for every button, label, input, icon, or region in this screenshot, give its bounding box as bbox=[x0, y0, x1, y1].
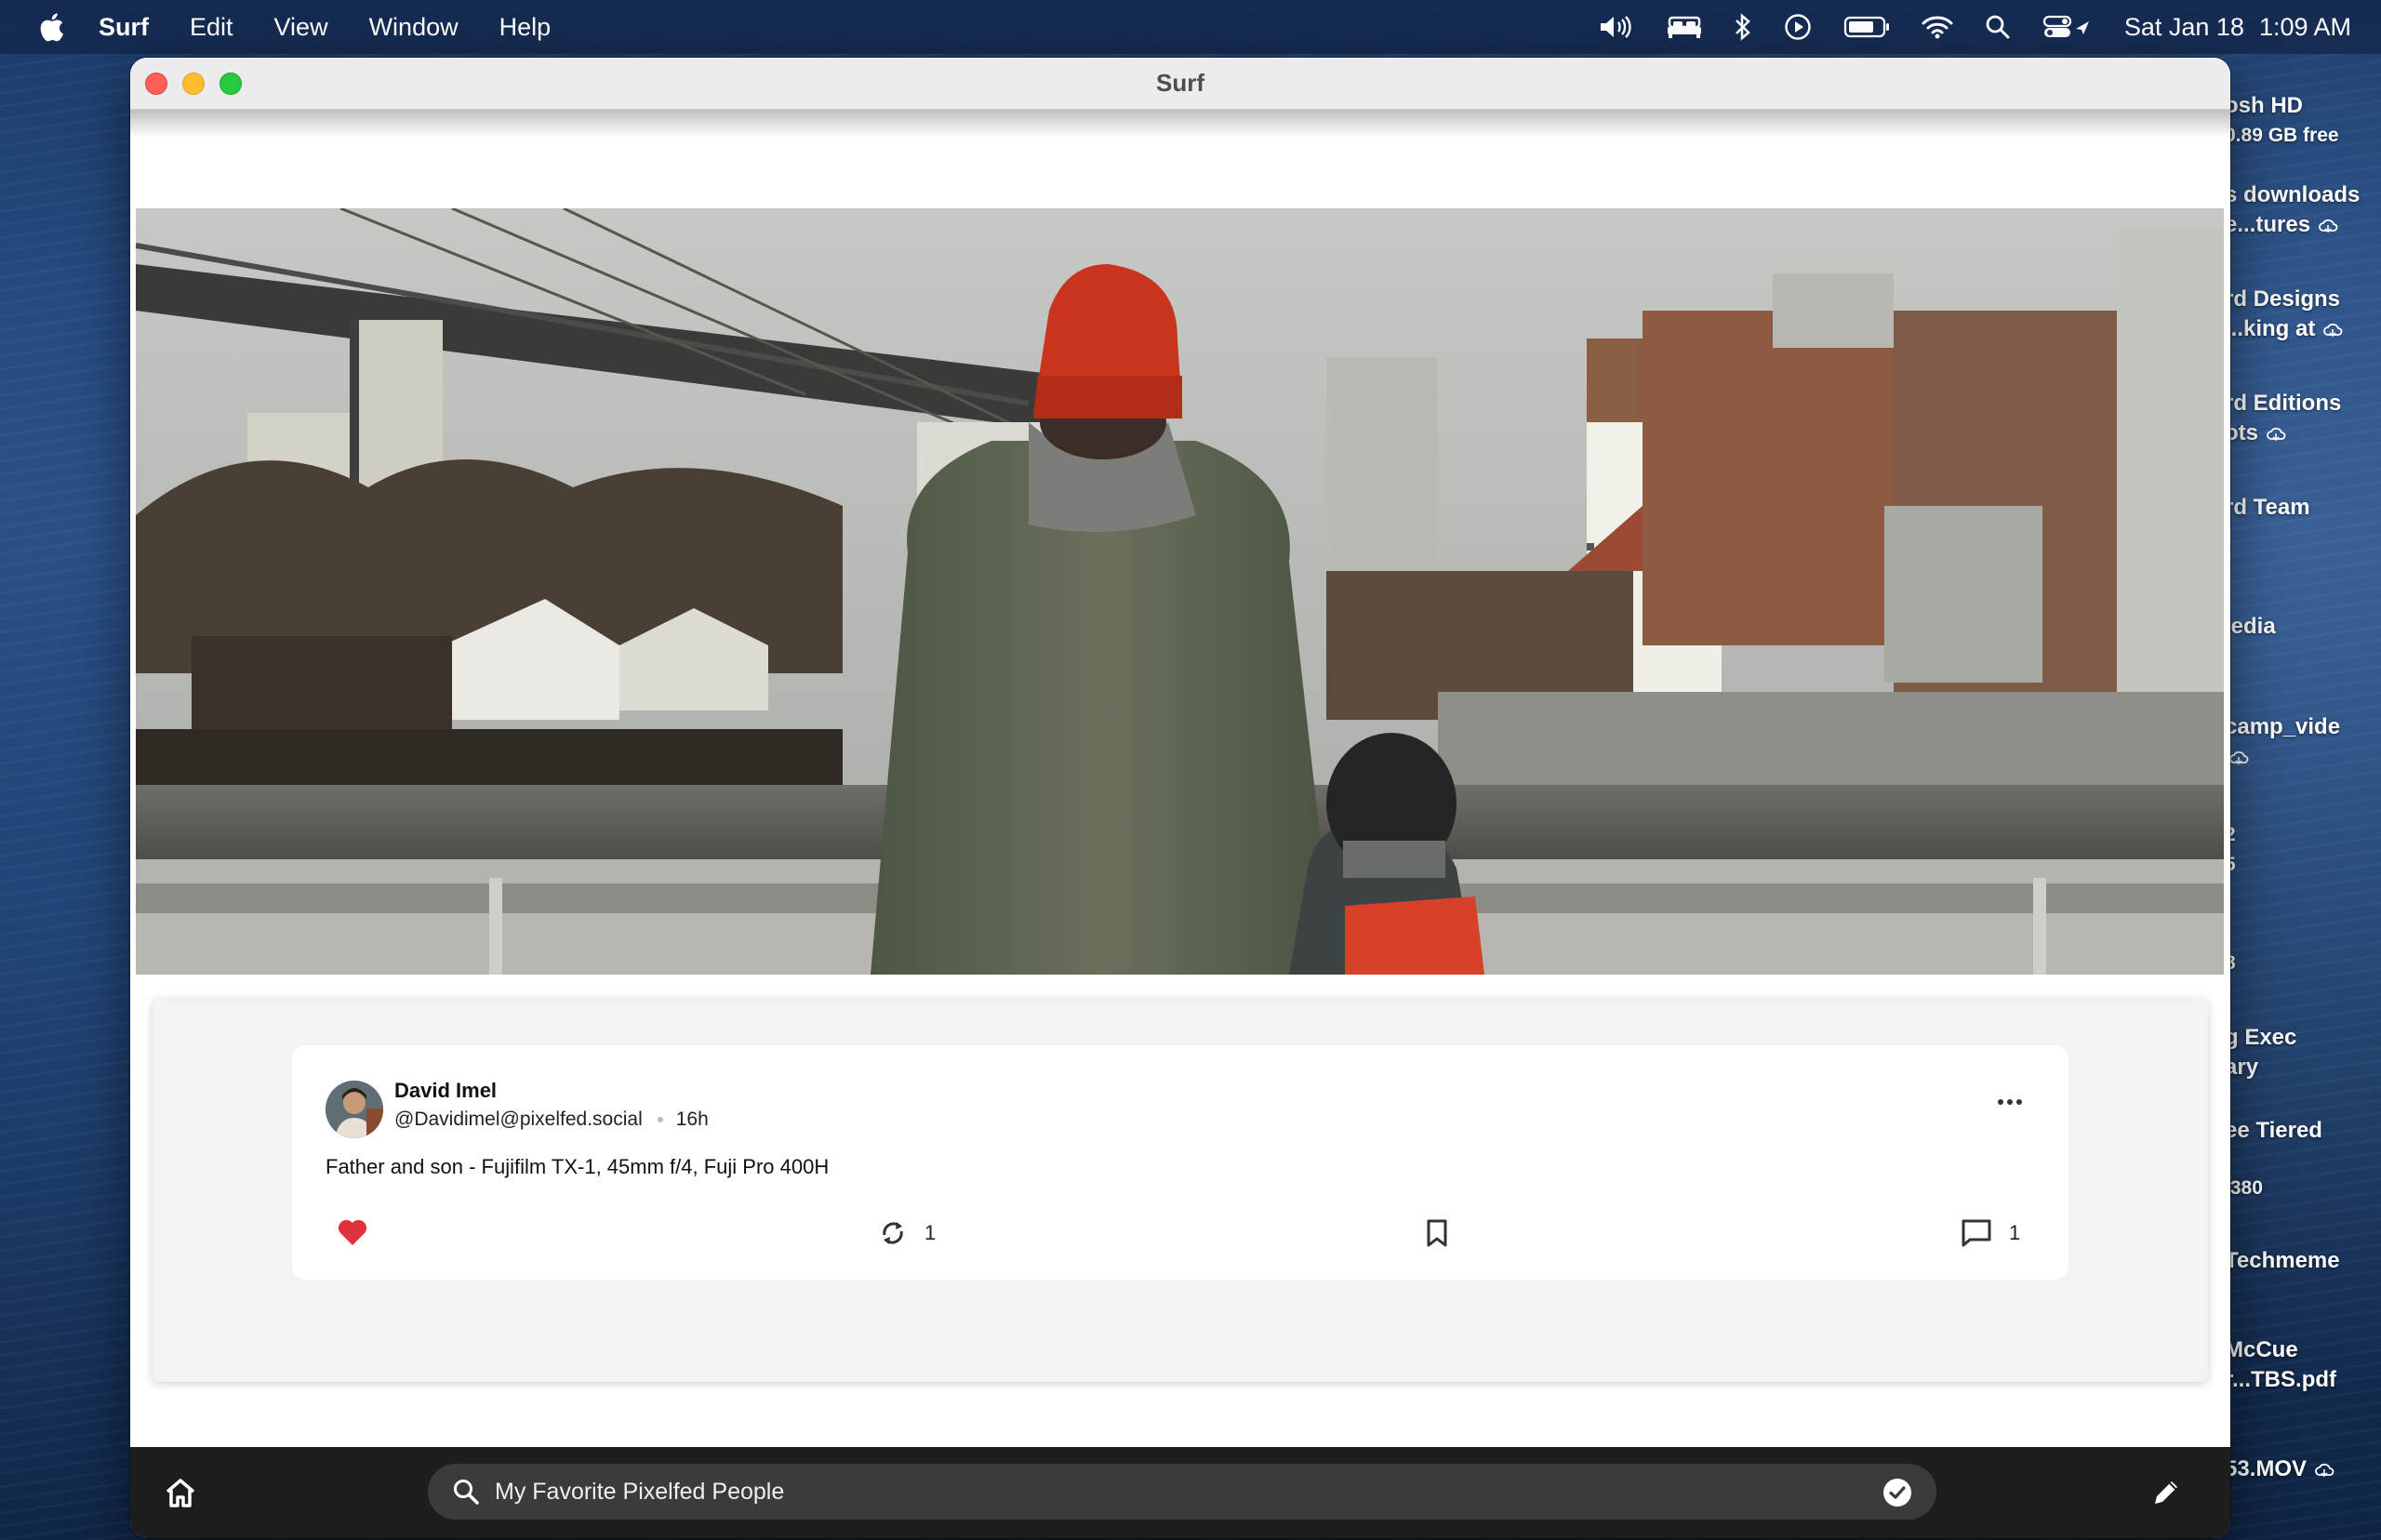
more-dot-icon bbox=[2007, 1099, 2013, 1105]
control-center-icon[interactable] bbox=[2042, 14, 2093, 40]
reply-count: 1 bbox=[2009, 1221, 2021, 1244]
comment-icon bbox=[1962, 1219, 1991, 1247]
post-photo-image bbox=[136, 208, 2224, 975]
zoom-window-button[interactable] bbox=[219, 73, 242, 95]
bluetooth-icon[interactable] bbox=[1734, 13, 1752, 41]
post-timestamp[interactable]: 16h bbox=[676, 1109, 709, 1131]
menu-edit[interactable]: Edit bbox=[190, 13, 233, 42]
like-button[interactable] bbox=[337, 1218, 368, 1246]
timeline-search-field[interactable]: My Favorite Pixelfed People bbox=[428, 1464, 1936, 1520]
apple-menu-icon[interactable] bbox=[37, 11, 65, 43]
desktop-item-downloads[interactable]: s downloads e...tures bbox=[2225, 180, 2360, 240]
separator-dot bbox=[657, 1117, 663, 1122]
battery-icon[interactable] bbox=[1843, 15, 1890, 39]
icloud-icon bbox=[2267, 427, 2286, 441]
post-card: David Imel @Davidimel@pixelfed.social 16… bbox=[292, 1045, 2068, 1280]
search-icon bbox=[454, 1480, 479, 1505]
menubar-date: Sat Jan 18 bbox=[2123, 12, 2244, 41]
post-author-meta: @Davidimel@pixelfed.social 16h bbox=[394, 1109, 709, 1131]
sleep-bed-icon[interactable] bbox=[1667, 14, 1702, 40]
window-title: Surf bbox=[1156, 69, 1204, 97]
compose-pencil-icon[interactable] bbox=[2150, 1477, 2182, 1508]
icloud-icon bbox=[2315, 1463, 2334, 1477]
desktop-item-drive[interactable]: osh HD 0.89 GB free bbox=[2225, 91, 2339, 151]
desktop-item-media[interactable]: ledia bbox=[2225, 612, 2276, 642]
icloud-icon bbox=[2229, 750, 2249, 764]
window-titlebar[interactable]: Surf bbox=[130, 58, 2230, 110]
post-text: Father and son - Fujifilm TX-1, 45mm f/4… bbox=[326, 1155, 830, 1178]
menu-help[interactable]: Help bbox=[499, 13, 552, 42]
menu-view[interactable]: View bbox=[274, 13, 328, 42]
surf-window: Surf David Imel @Davidimel@pixelfed.soci… bbox=[130, 58, 2230, 1538]
play-icon[interactable] bbox=[1784, 13, 1812, 41]
volume-icon[interactable] bbox=[1598, 14, 1635, 40]
desktop-item-mov[interactable]: 53.MOV bbox=[2225, 1454, 2334, 1484]
bookmark-button[interactable] bbox=[1425, 1218, 1449, 1248]
desktop-item-designs[interactable]: rd Designs ...king at bbox=[2225, 285, 2343, 344]
desktop-item-tiered[interactable]: ee Tiered bbox=[2225, 1116, 2322, 1146]
bookmark-icon bbox=[1427, 1219, 1447, 1247]
desktop-item-editions[interactable]: rd Editions ots bbox=[2225, 389, 2341, 448]
desktop-item-380[interactable]: ,380 bbox=[2225, 1174, 2263, 1203]
more-options-button[interactable] bbox=[1998, 1099, 2022, 1105]
desktop-item-mccue[interactable]: McCue r...TBS.pdf bbox=[2225, 1335, 2336, 1395]
titlebar-shadow bbox=[130, 110, 2230, 138]
boost-icon bbox=[883, 1222, 903, 1244]
close-window-button[interactable] bbox=[145, 73, 167, 95]
heart-icon bbox=[338, 1219, 367, 1245]
spotlight-search-icon[interactable] bbox=[1985, 14, 2011, 40]
desktop-item-exec[interactable]: g Exec ary bbox=[2225, 1023, 2296, 1082]
post-card-container: David Imel @Davidimel@pixelfed.social 16… bbox=[153, 999, 2208, 1382]
avatar-image bbox=[326, 1081, 383, 1138]
reply-button[interactable]: 1 bbox=[1961, 1218, 2020, 1248]
desktop-item-camp-video[interactable]: camp_vide bbox=[2225, 712, 2340, 772]
menu-app-name[interactable]: Surf bbox=[99, 13, 149, 42]
avatar[interactable] bbox=[326, 1081, 383, 1138]
menu-window[interactable]: Window bbox=[369, 13, 459, 42]
minimize-window-button[interactable] bbox=[182, 73, 205, 95]
window-controls bbox=[145, 73, 242, 95]
desktop-item-team[interactable]: rd Team bbox=[2225, 493, 2310, 523]
post-photo[interactable] bbox=[136, 208, 2224, 975]
checkmark-circle-icon[interactable] bbox=[1882, 1478, 1912, 1507]
post-author-handle[interactable]: @Davidimel@pixelfed.social bbox=[394, 1109, 643, 1131]
post-author-name[interactable]: David Imel bbox=[394, 1079, 497, 1103]
search-field-text: My Favorite Pixelfed People bbox=[495, 1478, 785, 1505]
more-dot-icon bbox=[2016, 1099, 2022, 1105]
menu-bar: Surf Edit View Window Help Sat Jan 18 1:… bbox=[0, 0, 2381, 54]
icloud-icon bbox=[2319, 219, 2338, 232]
menubar-clock[interactable]: Sat Jan 18 1:09 AM bbox=[2124, 13, 2351, 42]
bottom-toolbar: My Favorite Pixelfed People bbox=[130, 1447, 2230, 1538]
icloud-icon bbox=[2323, 323, 2343, 337]
desktop-item-techmeme[interactable]: Techmeme bbox=[2225, 1246, 2340, 1276]
home-icon[interactable] bbox=[164, 1477, 197, 1508]
more-dot-icon bbox=[1998, 1099, 2003, 1105]
menubar-time: 1:09 AM bbox=[2258, 12, 2351, 41]
wifi-icon[interactable] bbox=[1922, 15, 1953, 39]
boost-button[interactable]: 1 bbox=[878, 1218, 936, 1248]
boost-count: 1 bbox=[924, 1221, 937, 1244]
